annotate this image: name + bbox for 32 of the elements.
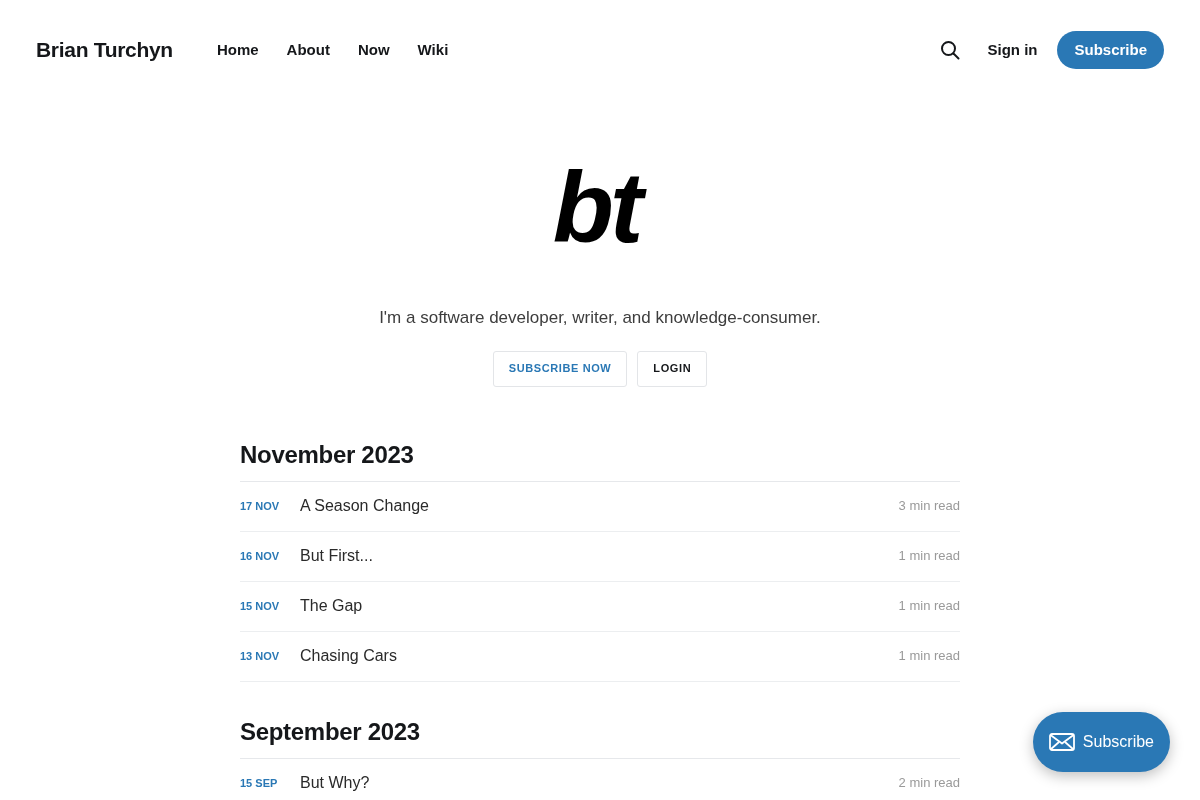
site-title[interactable]: Brian Turchyn (36, 34, 173, 66)
reading-time: 3 min read (898, 497, 960, 516)
post-title-link[interactable]: A Season Change (300, 494, 429, 518)
post-title-link[interactable]: The Gap (300, 594, 363, 618)
post-title-link[interactable]: But First... (300, 544, 373, 568)
nav-link[interactable]: Wiki (417, 38, 449, 62)
subscribe-button[interactable]: Subscribe (1057, 31, 1164, 69)
post-date: 15 NOV (240, 598, 281, 614)
nav-link[interactable]: Home (216, 38, 259, 62)
reading-time: 2 min read (898, 774, 960, 793)
site-description: I'm a software developer, writer, and knowledge-consumer. (379, 307, 821, 329)
post-date: 15 SEP (240, 775, 279, 791)
post-date: 13 NOV (240, 648, 281, 664)
month-heading: September 2023 (240, 715, 960, 759)
subscribe-now-button[interactable]: SUBSCRIBE NOW (492, 350, 628, 387)
nav-link[interactable]: About (286, 38, 330, 62)
login-button[interactable]: LOGIN (637, 350, 708, 387)
post-date: 17 NOV (240, 498, 281, 514)
nav-link[interactable]: Now (357, 38, 390, 62)
reading-time: 1 min read (898, 547, 960, 566)
month-heading: November 2023 (240, 438, 960, 482)
post-title-link[interactable]: But Why? (300, 771, 370, 795)
post-title-link[interactable]: Chasing Cars (300, 644, 397, 668)
reading-time: 1 min read (898, 647, 960, 666)
sign-in-link[interactable]: Sign in (987, 38, 1038, 62)
post-date: 16 NOV (240, 548, 281, 564)
search-icon[interactable] (940, 40, 961, 60)
site-logo: bt (544, 157, 656, 257)
envelope-icon (1048, 733, 1075, 751)
subscribe-label: Subscribe (1082, 732, 1154, 752)
reading-time: 1 min read (898, 597, 960, 616)
subscribe-floating-button[interactable]: Subscribe (1032, 712, 1170, 772)
